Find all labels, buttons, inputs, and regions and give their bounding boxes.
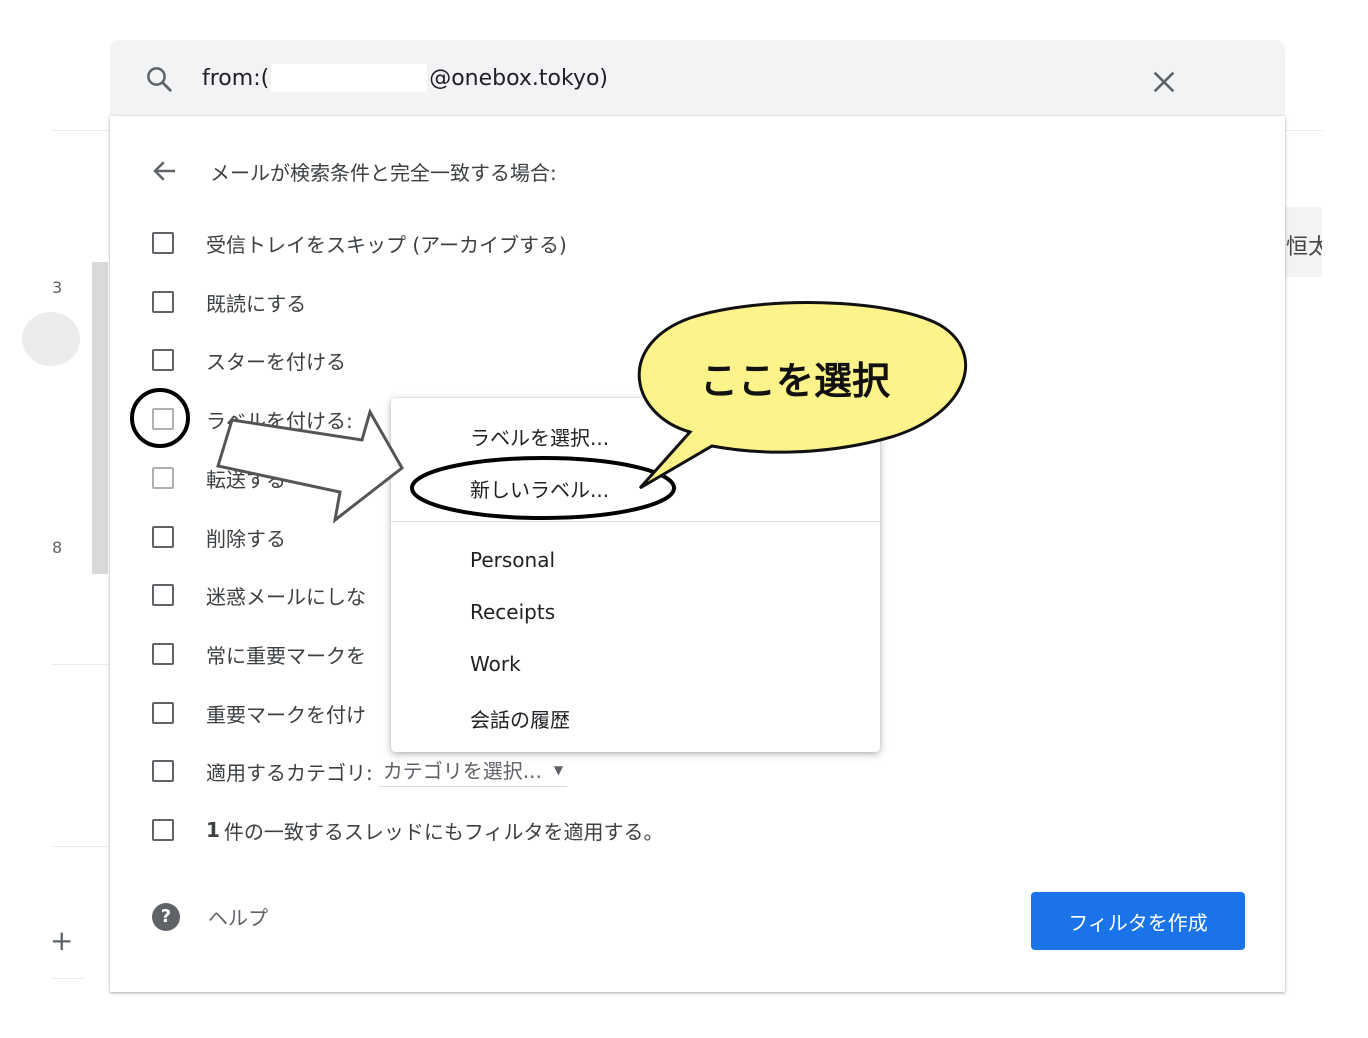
bg-scrollbar <box>92 262 108 574</box>
bg-divider <box>1285 130 1322 131</box>
checkbox[interactable] <box>152 760 174 782</box>
close-icon[interactable] <box>1150 68 1178 96</box>
option-never-spam[interactable]: 迷惑メールにしな <box>152 578 366 612</box>
option-label: スターを付ける <box>206 349 346 374</box>
bg-count: 3 <box>52 278 63 297</box>
help-label: ヘルプ <box>208 906 268 930</box>
menu-divider <box>391 521 880 522</box>
match-count: 1 <box>206 818 220 842</box>
option-delete[interactable]: 削除する <box>152 520 286 554</box>
option-label: 重要マークを付け <box>206 702 366 727</box>
option-label: 既読にする <box>206 291 307 316</box>
bg-count: 8 <box>52 538 63 557</box>
option-forward[interactable]: 転送する 転送 <box>152 461 362 495</box>
bg-sender-chip: 恒太 <box>1282 207 1322 277</box>
callout-text: ここを選択 <box>700 359 891 403</box>
search-icon[interactable] <box>144 64 174 94</box>
option-label: 件の一致するスレッドにもフィルタを適用する。 <box>223 819 664 844</box>
back-arrow-icon[interactable] <box>150 156 180 186</box>
bg-divider <box>52 130 110 131</box>
label-menu: ラベルを選択... 新しいラベル... Personal Receipts Wo… <box>391 398 880 752</box>
menu-item-new-label[interactable]: 新しいラベル... <box>470 474 609 503</box>
redacted-address <box>271 64 428 92</box>
option-always-important[interactable]: 常に重要マークを <box>152 637 366 671</box>
option-category[interactable]: 適用するカテゴリ: カテゴリを選択... ▼ <box>152 754 568 788</box>
menu-item-label[interactable]: 会話の履歴 <box>470 704 570 733</box>
bg-avatar <box>22 312 80 366</box>
option-star[interactable]: スターを付ける <box>152 343 346 377</box>
category-select-value: カテゴリを選択... <box>382 759 542 783</box>
menu-item-label[interactable]: Work <box>470 652 521 676</box>
forward-address-link[interactable]: 転送 <box>322 464 362 493</box>
menu-item-choose-label[interactable]: ラベルを選択... <box>470 422 609 451</box>
checkbox[interactable] <box>152 584 174 606</box>
search-query[interactable]: from:( @onebox.tokyo) <box>202 62 608 94</box>
search-bar[interactable]: from:( @onebox.tokyo) <box>110 40 1285 116</box>
checkbox[interactable] <box>152 291 174 313</box>
option-label: 迷惑メールにしな <box>206 584 366 609</box>
checkbox[interactable] <box>152 819 174 841</box>
create-filter-button[interactable]: フィルタを作成 <box>1031 892 1245 950</box>
checkbox[interactable] <box>152 349 174 371</box>
option-label: 転送する <box>206 467 286 492</box>
option-label: 受信トレイをスキップ (アーカイブする) <box>206 232 567 257</box>
menu-item-label[interactable]: Personal <box>470 548 555 572</box>
checkbox[interactable] <box>152 467 174 489</box>
caret-down-icon: ▼ <box>553 762 564 777</box>
option-apply-label[interactable]: ラベルを付ける: <box>152 402 353 436</box>
bg-sender-name: 恒太 <box>1286 235 1322 260</box>
bg-divider <box>52 978 84 979</box>
option-label: 削除する <box>206 526 286 551</box>
bg-plus-icon[interactable]: + <box>50 924 73 957</box>
checkbox[interactable] <box>152 408 174 430</box>
option-mark-read[interactable]: 既読にする <box>152 285 306 319</box>
option-label: 適用するカテゴリ: <box>206 760 373 785</box>
checkbox[interactable] <box>152 643 174 665</box>
checkbox[interactable] <box>152 526 174 548</box>
menu-item-label[interactable]: Receipts <box>470 600 555 624</box>
criteria-heading: メールが検索条件と完全一致する場合: <box>210 160 557 185</box>
option-label: 常に重要マークを <box>206 643 366 668</box>
option-label: ラベルを付ける: <box>206 408 353 433</box>
option-skip-inbox[interactable]: 受信トレイをスキップ (アーカイブする) <box>152 226 567 260</box>
help-link[interactable]: ? ヘルプ <box>152 902 268 931</box>
help-icon: ? <box>152 902 180 931</box>
checkbox[interactable] <box>152 232 174 254</box>
query-suffix: @onebox.tokyo) <box>429 65 609 91</box>
query-prefix: from:( <box>202 65 270 91</box>
back-row: メールが検索条件と完全一致する場合: <box>150 156 557 186</box>
category-select[interactable]: カテゴリを選択... ▼ <box>378 755 568 787</box>
checkbox[interactable] <box>152 702 174 724</box>
option-apply-existing[interactable]: 1 件の一致するスレッドにもフィルタを適用する。 <box>152 813 664 847</box>
bg-divider <box>52 846 110 847</box>
bg-divider <box>52 664 110 665</box>
option-mark-important[interactable]: 重要マークを付け <box>152 696 366 730</box>
